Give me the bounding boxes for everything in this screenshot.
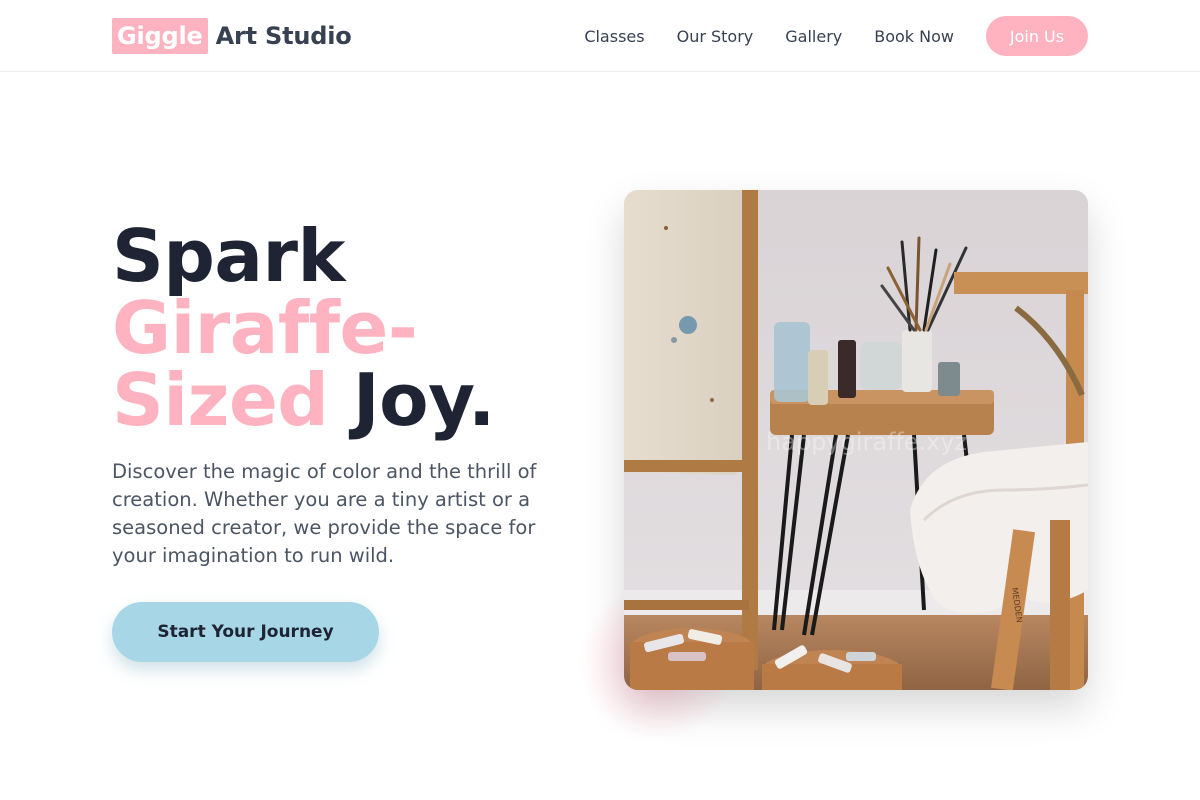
nav-link-book-now[interactable]: Book Now <box>874 27 954 46</box>
nav-link-our-story[interactable]: Our Story <box>677 27 754 46</box>
hero-title-word: Joy. <box>352 358 495 442</box>
nav-link-gallery[interactable]: Gallery <box>785 27 842 46</box>
main-nav: Classes Our Story Gallery Book Now Join … <box>584 0 1088 72</box>
hero-description: Discover the magic of color and the thri… <box>112 460 537 567</box>
site-header: Giggle Art Studio Classes Our Story Gall… <box>0 0 1200 72</box>
hero-title: Spark Giraffe- Sized Joy. <box>112 220 582 436</box>
hero-image: MEDDEN happygiraffe.xyz <box>624 190 1088 690</box>
logo-text: Art Studio <box>215 21 352 50</box>
image-watermark: happygiraffe.xyz <box>766 428 967 456</box>
nav-link-classes[interactable]: Classes <box>584 27 644 46</box>
logo[interactable]: Giggle Art Studio <box>112 17 352 54</box>
start-journey-button[interactable]: Start Your Journey <box>112 602 379 662</box>
join-us-button[interactable]: Join Us <box>986 16 1088 56</box>
hero-title-highlight: Sized <box>112 358 329 442</box>
logo-highlight: Giggle <box>112 17 208 54</box>
